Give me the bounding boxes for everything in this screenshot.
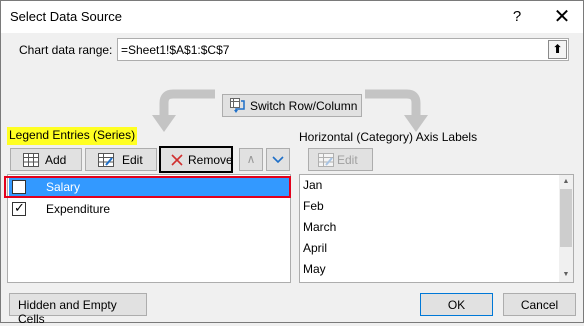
edit-table-icon	[98, 153, 114, 167]
switch-row-column-label: Switch Row/Column	[250, 99, 358, 113]
edit-series-button[interactable]: Edit	[85, 148, 157, 171]
highlight-frame	[4, 176, 291, 198]
edit-series-label: Edit	[122, 153, 143, 167]
chevron-down-icon	[272, 156, 284, 164]
axis-labels-listbox[interactable]: Jan Feb March April May ▲ ▼	[299, 174, 574, 283]
edit-axis-labels-label: Edit	[337, 153, 358, 167]
remove-series-label: Remove	[188, 153, 233, 167]
legend-entries-heading: Legend Entries (Series)	[7, 127, 138, 145]
series-item-expenditure[interactable]: ✓ Expenditure	[9, 199, 289, 219]
help-button[interactable]: ?	[507, 7, 527, 27]
move-down-button[interactable]	[266, 148, 290, 171]
close-button[interactable]: ✕	[550, 5, 574, 29]
select-data-source-dialog: Select Data Source ? ✕ Chart data range:…	[0, 0, 584, 326]
axis-labels-heading: Horizontal (Category) Axis Labels	[299, 130, 478, 144]
checkmark-icon: ✓	[14, 200, 25, 215]
curved-arrow-left-icon	[152, 89, 215, 132]
axis-label-item: Jan	[303, 178, 323, 192]
ok-label: OK	[447, 298, 466, 312]
chart-data-range-input[interactable]: =Sheet1!$A$1:$C$7 ⬆	[117, 38, 569, 61]
chart-data-range-label: Chart data range:	[19, 43, 113, 57]
dialog-title: Select Data Source	[10, 9, 123, 24]
title-bar: Select Data Source ? ✕	[1, 1, 583, 33]
switch-row-column-icon	[230, 98, 245, 113]
axis-label-item: March	[303, 220, 337, 234]
collapse-dialog-button[interactable]: ⬆	[548, 40, 567, 59]
axis-label-item: Feb	[303, 199, 324, 213]
remove-series-button[interactable]: Remove	[159, 146, 233, 173]
cancel-label: Cancel	[520, 298, 559, 312]
remove-x-icon	[171, 154, 183, 166]
add-table-icon	[23, 153, 39, 167]
move-up-button[interactable]: ∧	[239, 148, 263, 171]
chart-data-range-value: =Sheet1!$A$1:$C$7	[121, 43, 230, 57]
series-checkbox-expenditure[interactable]: ✓	[12, 200, 26, 216]
ok-button[interactable]: OK	[420, 293, 493, 316]
scroll-up-arrow-icon[interactable]: ▲	[559, 175, 573, 189]
series-name: Expenditure	[46, 202, 111, 216]
hidden-empty-cells-label: Hidden and Empty Cells	[18, 298, 117, 326]
axis-labels-scrollbar[interactable]: ▲ ▼	[559, 175, 573, 282]
hidden-empty-cells-button[interactable]: Hidden and Empty Cells	[9, 293, 147, 326]
axis-label-item: April	[303, 241, 328, 255]
cancel-button[interactable]: Cancel	[503, 293, 576, 316]
add-series-label: Add	[45, 153, 67, 167]
edit-table-icon	[318, 153, 334, 167]
scroll-thumb[interactable]	[560, 189, 572, 247]
scroll-down-arrow-icon[interactable]: ▼	[559, 268, 573, 282]
axis-label-item: May	[303, 262, 326, 276]
edit-axis-labels-button[interactable]: Edit	[308, 148, 373, 171]
curved-arrow-right-icon	[365, 89, 428, 132]
add-series-button[interactable]: Add	[10, 148, 82, 171]
switch-row-column-button[interactable]: Switch Row/Column	[222, 94, 362, 117]
